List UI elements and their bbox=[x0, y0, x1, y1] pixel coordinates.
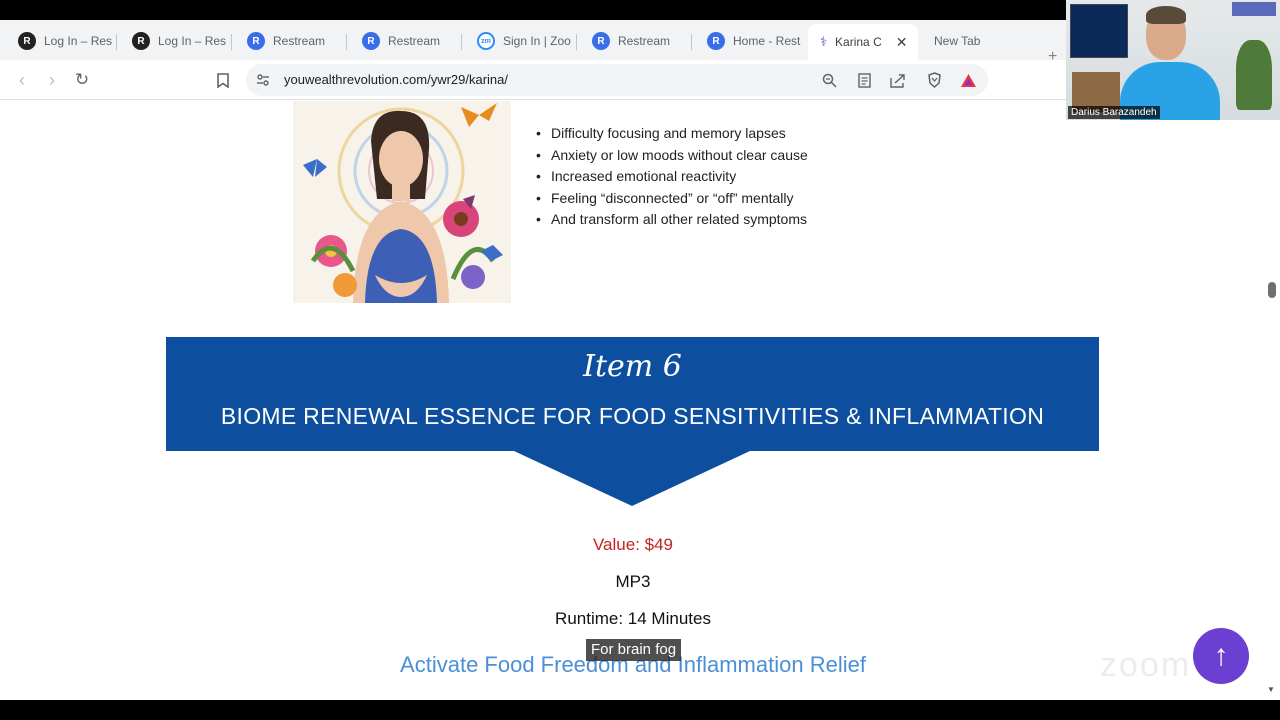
bottom-letterbox bbox=[0, 700, 1280, 720]
restream-icon: R bbox=[18, 32, 36, 50]
tab-separator bbox=[231, 34, 232, 50]
list-item: Increased emotional reactivity bbox=[536, 166, 808, 188]
screen: R Log In – Res R Log In – Res R Restream… bbox=[0, 0, 1280, 720]
tab-title: Log In – Res bbox=[158, 34, 226, 48]
item-number-label: Item 6 bbox=[583, 349, 682, 384]
tab-9[interactable]: New Tab bbox=[922, 28, 1022, 54]
dna-artwork bbox=[1070, 4, 1128, 58]
zoom-watermark-logo: zoom bbox=[1100, 646, 1192, 684]
back-arrow-icon[interactable]: ‹ bbox=[10, 68, 34, 92]
restream-icon: R bbox=[362, 32, 380, 50]
tab-title: Restream bbox=[388, 34, 441, 48]
live-caption: For brain fog bbox=[586, 639, 682, 661]
scroll-to-top-button[interactable]: ↑ bbox=[1193, 628, 1249, 684]
tab-title: Log In – Res bbox=[44, 34, 112, 48]
tab-title: Restream bbox=[618, 34, 671, 48]
forward-arrow-icon[interactable]: › bbox=[40, 68, 64, 92]
tab-title: Karina C bbox=[835, 35, 882, 49]
zoom-magnifier-icon[interactable] bbox=[820, 71, 838, 89]
tab-title: Sign In | Zoo bbox=[503, 34, 571, 48]
item-runtime: Runtime: 14 Minutes bbox=[555, 609, 711, 628]
brave-rewards-icon[interactable] bbox=[959, 71, 977, 89]
dna-icon: ⚕ bbox=[820, 34, 828, 49]
banner-down-arrow bbox=[514, 451, 750, 506]
reload-icon[interactable]: ↻ bbox=[70, 68, 94, 92]
close-tab-icon[interactable]: ✕ bbox=[896, 34, 908, 51]
item-banner: Item 6 BIOME RENEWAL ESSENCE FOR FOOD SE… bbox=[166, 337, 1099, 451]
arrow-up-icon: ↑ bbox=[1213, 639, 1229, 672]
item-value: Value: $49 bbox=[592, 535, 674, 554]
tab-title: Home - Rest bbox=[733, 34, 801, 48]
list-item: Difficulty focusing and memory lapses bbox=[536, 123, 808, 145]
zoom-icon: zm bbox=[477, 32, 495, 50]
list-item: And transform all other related symptoms bbox=[536, 209, 808, 231]
tab-8-active[interactable]: ⚕ Karina C ✕ bbox=[808, 24, 918, 60]
restream-icon: R bbox=[132, 32, 150, 50]
symptom-list: Difficulty focusing and memory lapses An… bbox=[536, 123, 808, 231]
tab-5[interactable]: zm Sign In | Zoo bbox=[465, 28, 571, 54]
browser-toolbar: ‹ › ↻ youwealthrevolution.com/ywr29/kari… bbox=[0, 60, 1066, 100]
tab-separator bbox=[461, 34, 462, 50]
participant-hair bbox=[1146, 6, 1186, 24]
tab-separator bbox=[576, 34, 577, 50]
scrollbar-thumb[interactable] bbox=[1268, 282, 1276, 298]
zoom-video-tile: Darius Barazandeh bbox=[1066, 0, 1280, 120]
tab-7[interactable]: R Home - Rest bbox=[695, 28, 801, 54]
restream-icon: R bbox=[247, 32, 265, 50]
page-scrollbar[interactable] bbox=[1266, 101, 1280, 700]
web-page: Difficulty focusing and memory lapses An… bbox=[0, 101, 1266, 700]
item-format: MP3 bbox=[615, 572, 651, 591]
woman-portrait-illustration bbox=[293, 101, 511, 303]
list-item: Anxiety or low moods without clear cause bbox=[536, 145, 808, 167]
tab-3[interactable]: R Restream bbox=[235, 28, 341, 54]
participant-name: Darius Barazandeh bbox=[1068, 106, 1160, 119]
tab-4[interactable]: R Restream bbox=[350, 28, 456, 54]
url-text: youwealthrevolution.com/ywr29/karina/ bbox=[284, 72, 508, 87]
tab-2[interactable]: R Log In – Res bbox=[120, 28, 226, 54]
list-item: Feeling “disconnected” or “off” mentally bbox=[536, 188, 808, 210]
address-bar[interactable]: youwealthrevolution.com/ywr29/karina/ bbox=[246, 64, 988, 96]
tab-bar: R Log In – Res R Log In – Res R Restream… bbox=[0, 20, 1066, 65]
restream-icon: R bbox=[592, 32, 610, 50]
tab-title: Restream bbox=[273, 34, 326, 48]
restream-icon: R bbox=[707, 32, 725, 50]
plant bbox=[1236, 40, 1272, 110]
bookmark-icon[interactable] bbox=[211, 68, 235, 92]
tab-1[interactable]: R Log In – Res bbox=[6, 28, 112, 54]
item-title: BIOME RENEWAL ESSENCE FOR FOOD SENSITIVI… bbox=[220, 403, 1045, 429]
tab-separator bbox=[346, 34, 347, 50]
scroll-down-arrow-icon[interactable]: ▼ bbox=[1267, 685, 1275, 694]
reader-mode-icon[interactable] bbox=[855, 71, 873, 89]
tab-6[interactable]: R Restream bbox=[580, 28, 686, 54]
brave-shield-icon[interactable] bbox=[925, 71, 943, 89]
brand-logo bbox=[1232, 2, 1276, 16]
tab-separator bbox=[116, 34, 117, 50]
tab-separator bbox=[691, 34, 692, 50]
tab-title: New Tab bbox=[934, 34, 981, 48]
share-icon[interactable] bbox=[889, 71, 907, 89]
site-settings-icon[interactable] bbox=[254, 71, 272, 89]
